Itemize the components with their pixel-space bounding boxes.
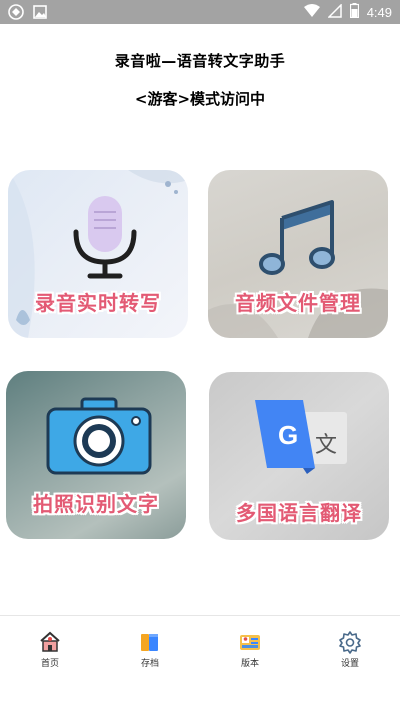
nav-archive-label: 存档 xyxy=(140,659,159,669)
status-left-icons xyxy=(8,4,48,24)
nav-version-label: 版本 xyxy=(240,659,259,669)
bottom-nav: 首页 存档 版本 设置 xyxy=(0,615,400,711)
microphone-icon xyxy=(73,196,137,279)
gear-icon xyxy=(339,631,361,654)
record-transcribe-label: 录音实时转写 xyxy=(35,291,161,315)
nav-home[interactable]: 首页 xyxy=(20,630,80,669)
status-bar: 4:49 xyxy=(0,0,400,24)
nav-settings[interactable]: 设置 xyxy=(320,630,380,669)
signal-icon xyxy=(326,3,342,22)
audio-file-manage-tile[interactable]: 音频文件管理 xyxy=(208,170,388,338)
photo-ocr-tile[interactable]: 拍照识别文字 xyxy=(6,371,186,539)
nav-version[interactable]: 版本 xyxy=(220,630,280,669)
status-time: 4:49 xyxy=(366,5,392,20)
folder-icon xyxy=(141,634,158,651)
guest-mode-text: <游客>模式访问中 xyxy=(134,90,266,108)
camera-icon xyxy=(46,397,152,475)
svg-text:G: G xyxy=(278,420,298,450)
app-title: 录音啦—语音转文字助手 xyxy=(114,52,286,70)
audio-file-manage-label: 音频文件管理 xyxy=(235,291,361,315)
nav-settings-label: 设置 xyxy=(340,659,359,669)
translate-label: 多国语言翻译 xyxy=(236,501,362,525)
status-right-icons: 4:49 xyxy=(303,3,392,22)
image-notification-icon xyxy=(32,4,48,24)
nav-home-label: 首页 xyxy=(40,659,59,669)
home-icon xyxy=(40,631,60,652)
wifi-icon xyxy=(303,3,320,22)
translate-tile[interactable]: G 文 多国语言翻译 xyxy=(209,372,389,540)
translate-icon: G 文 xyxy=(255,400,347,474)
music-note-icon xyxy=(259,200,335,275)
photo-ocr-label: 拍照识别文字 xyxy=(33,492,159,516)
battery-icon xyxy=(349,3,359,22)
app-notification-icon xyxy=(8,4,24,24)
record-transcribe-tile[interactable]: 录音实时转写 xyxy=(8,170,188,338)
svg-text:文: 文 xyxy=(315,433,337,458)
version-icon xyxy=(240,635,260,650)
nav-archive[interactable]: 存档 xyxy=(120,630,180,669)
